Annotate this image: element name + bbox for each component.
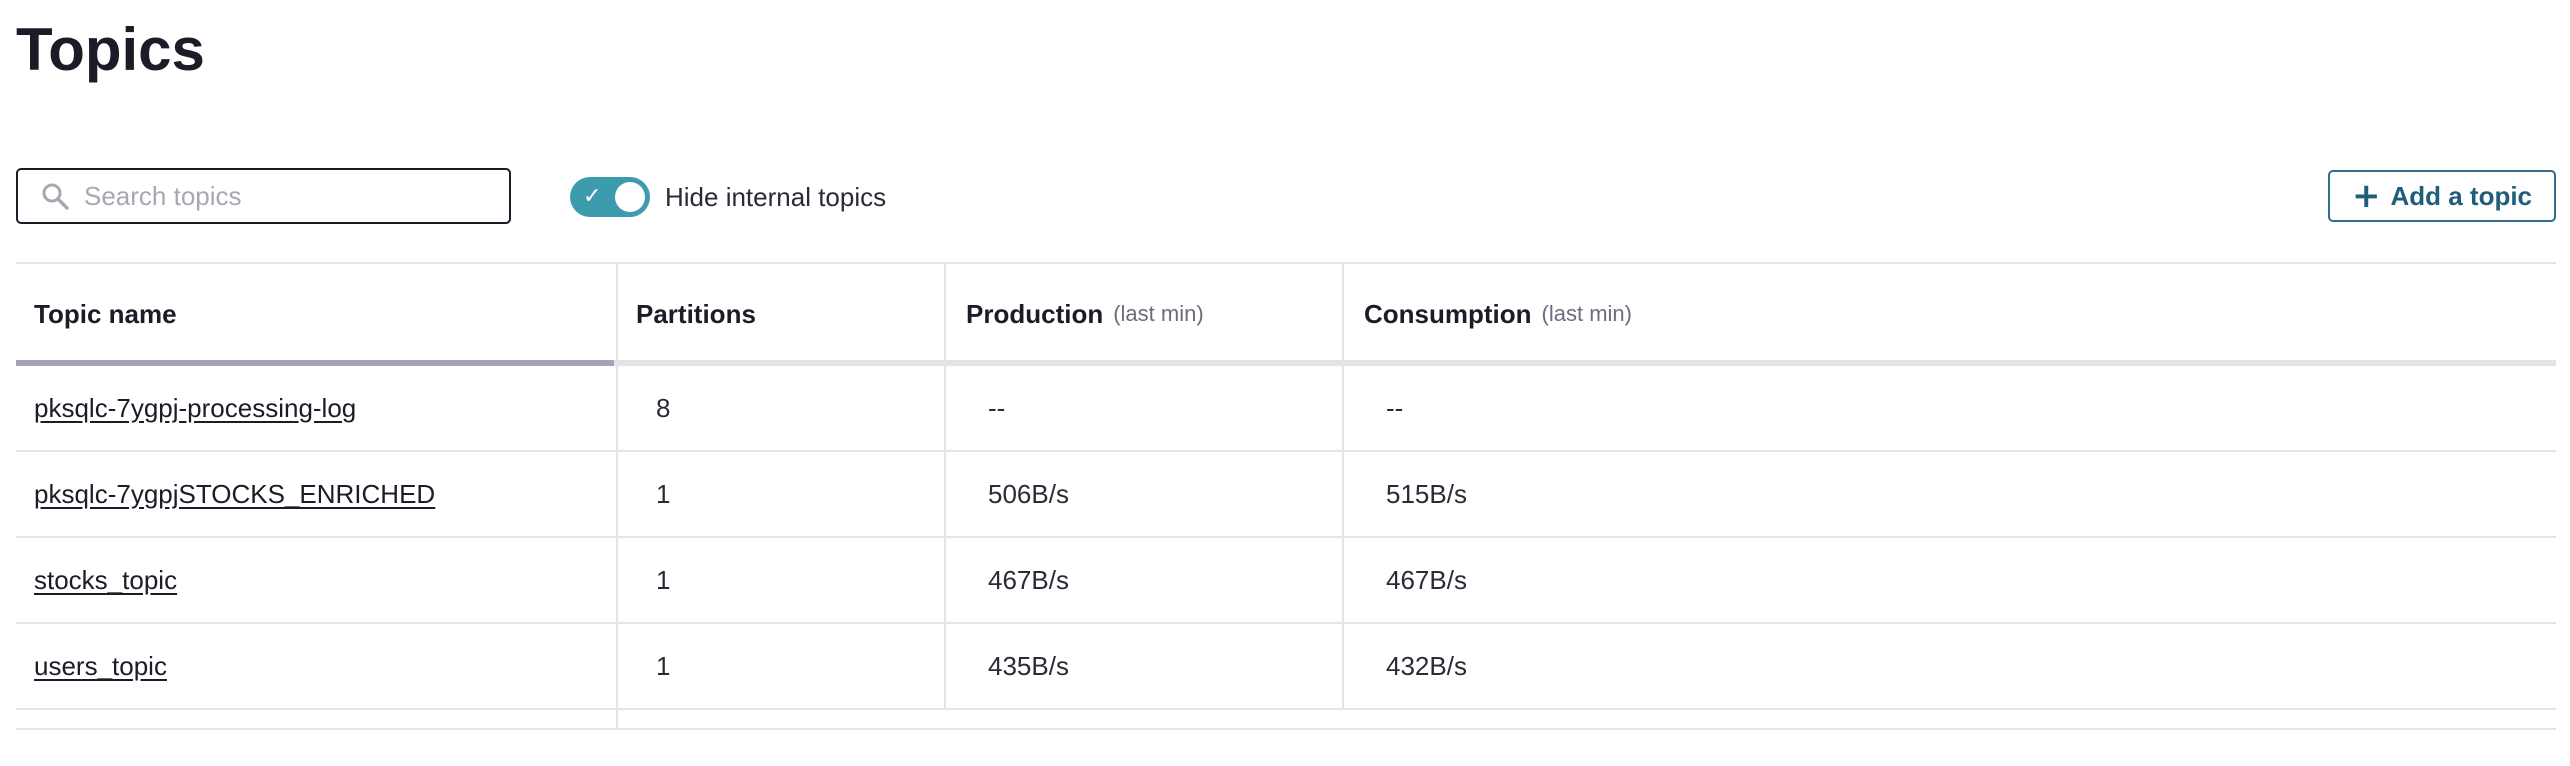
page-title: Topics [16,16,205,83]
column-header-label: Consumption [1364,298,1532,329]
add-topic-button[interactable]: + Add a topic [2328,170,2556,222]
add-topic-label: Add a topic [2390,180,2533,211]
hide-internal-toggle-group[interactable]: ✓ Hide internal topics [570,176,886,218]
search-icon [40,181,70,211]
topic-link[interactable]: pksqlc-7ygpjSTOCKS_ENRICHED [34,479,435,510]
column-header-label: Partitions [636,298,756,329]
topic-name-cell: users_topic [16,624,616,708]
column-header-note: (last min) [1541,301,1632,326]
table-row: pksqlc-7ygpjSTOCKS_ENRICHED 1 506B/s 515… [16,452,2556,538]
partial-cell [616,710,944,728]
topics-table: Topic name Partitions Production (last m… [16,262,2556,734]
table-row: stocks_topic 1 467B/s 467B/s [16,538,2556,624]
topic-link[interactable]: pksqlc-7ygpj-processing-log [34,393,356,424]
partitions-cell: 1 [616,452,944,536]
plus-icon: + [2351,176,2381,216]
production-cell: -- [944,366,1342,450]
production-cell: 467B/s [944,538,1342,622]
check-icon: ✓ [583,184,602,209]
partitions-cell: 1 [616,538,944,622]
table-row: users_topic 1 435B/s 432B/s [16,624,2556,710]
hide-internal-toggle[interactable]: ✓ [570,177,650,217]
column-header-partitions[interactable]: Partitions [616,264,944,362]
production-cell: 435B/s [944,624,1342,708]
search-input[interactable] [84,180,484,212]
production-cell: 506B/s [944,452,1342,536]
table-header-row: Topic name Partitions Production (last m… [16,264,2556,362]
consumption-cell: -- [1342,366,2556,450]
consumption-cell: 432B/s [1342,624,2556,708]
topic-link[interactable]: stocks_topic [34,565,177,596]
topic-name-cell: stocks_topic [16,538,616,622]
topic-name-cell: pksqlc-7ygpjSTOCKS_ENRICHED [16,452,616,536]
table-row-partial [16,710,2556,730]
search-box[interactable] [16,168,511,224]
column-header-label: Production [966,298,1104,329]
consumption-cell: 515B/s [1342,452,2556,536]
column-header-topic-name[interactable]: Topic name [16,264,616,362]
column-header-note: (last min) [1113,301,1204,326]
column-header-production[interactable]: Production (last min) [944,264,1342,362]
partial-cell [16,710,616,728]
partitions-cell: 8 [616,366,944,450]
table-row: pksqlc-7ygpj-processing-log 8 -- -- [16,366,2556,452]
topic-name-cell: pksqlc-7ygpj-processing-log [16,366,616,450]
partitions-cell: 1 [616,624,944,708]
column-header-label: Topic name [34,298,177,329]
hide-internal-label[interactable]: Hide internal topics [665,182,886,213]
consumption-cell: 467B/s [1342,538,2556,622]
toggle-knob [615,182,645,212]
topic-link[interactable]: users_topic [34,651,167,682]
column-header-consumption[interactable]: Consumption (last min) [1342,264,2556,362]
